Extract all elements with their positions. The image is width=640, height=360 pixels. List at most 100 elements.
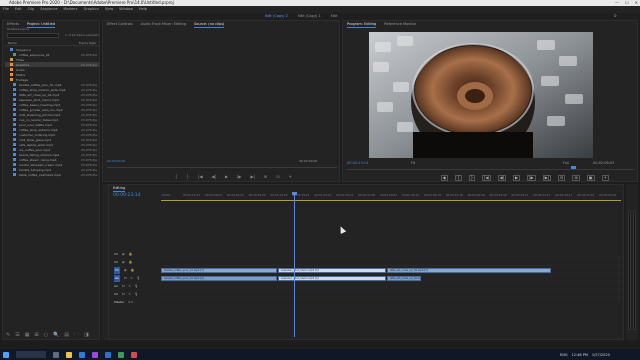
overwrite-button[interactable]: ⊟ [276,174,279,179]
timeline-timecode[interactable]: 00:00:23:14 [113,193,140,198]
workspace-tab[interactable]: Edit (Copy) 1 [298,14,321,19]
project-item-row[interactable]: cold_brew_glass.mp4 23.976 fps [5,137,99,142]
mic-icon[interactable]: 🎙 [134,291,138,298]
file-explorer-icon[interactable] [66,351,72,358]
step-forward-button[interactable]: |▶ [237,174,241,179]
lane-v1[interactable]: barista_coffee_pour_01.mp4 [V] espresso_… [161,267,621,274]
tab-program[interactable]: Program: Editing [347,21,377,28]
chrome-icon[interactable] [131,351,137,358]
program-scrubber[interactable] [347,169,635,170]
timeline-clip[interactable]: latte_art_close_up_02.mp4 [V] [387,268,551,273]
lift-button[interactable]: ⊟ [558,175,566,181]
tab-audio-mixer[interactable]: Audio Track Mixer: Editing [141,21,186,28]
step-forward-button[interactable]: |▶ [527,175,536,181]
solo-button[interactable]: S [131,275,133,282]
add-button[interactable]: + [289,174,292,179]
track-label[interactable]: A3 [114,291,118,298]
project-search-input[interactable] [7,33,59,38]
lane-a1[interactable]: barista_coffee_pour_01.mp4 [A] espresso_… [161,275,621,282]
lane-a3[interactable] [161,291,621,298]
project-item-row[interactable]: mocha_whipped_cream.mp4 23.976 fps [5,162,99,167]
program-playhead[interactable] [571,166,576,169]
add-marker-button[interactable]: ◆ [441,175,449,181]
resolution-select[interactable]: Full [563,161,569,165]
timeline-clip[interactable]: latte_art_close_up_02.mp4 [A] [387,276,421,281]
track-label[interactable]: A1 [114,275,120,282]
tab-project[interactable]: Project: Untitled [26,21,56,28]
project-item-row[interactable]: table_coffee_overhead.mp4 23.976 fps [5,172,99,177]
new-bin-icon[interactable]: 🗀 [74,331,79,339]
app-icon[interactable] [118,351,124,358]
timeline-clip[interactable]: barista_coffee_pour_01.mp4 [V] [161,268,277,273]
mic-icon[interactable]: 🎙 [136,275,140,282]
workspace-tab[interactable]: Edit [331,14,338,19]
export-frame-button[interactable]: ▣ [586,175,595,181]
edge-icon[interactable] [79,351,85,358]
track-label[interactable]: V2 [114,259,118,266]
language-indicator[interactable]: ENG [560,353,568,357]
clock-date[interactable]: 1/27/2020 [592,353,610,357]
add-button[interactable]: + [601,175,609,181]
project-item-row[interactable]: milk_steaming_pitcher.mp4 23.976 fps [5,112,99,117]
mic-icon[interactable]: 🎙 [134,283,138,290]
search-icon[interactable]: ⌕ [614,14,622,19]
lane-a2[interactable] [161,283,621,290]
mark-out-button[interactable]: } [468,175,476,181]
workspace-tab[interactable]: Edit (Copy) 2 [265,14,288,19]
project-item-row[interactable]: coffee_grinder_slow_mo.mp4 23.976 fps [5,107,99,112]
project-item-row[interactable]: barista_coffee_pour_01.mp4 23.976 fps [5,82,99,87]
clear-icon[interactable]: ◨ [84,331,89,339]
timeline-clip[interactable]: barista_coffee_pour_01.mp4 [A] [161,276,277,281]
project-item-row[interactable]: ice_coffee_pour.mp4 23.976 fps [5,147,99,152]
zoom-level-select[interactable]: Fit [411,161,415,165]
track-label[interactable]: V3 [114,251,118,258]
project-item-row[interactable]: coffee_sequence_01 23.976 fps [5,52,99,57]
work-area-bar[interactable] [161,200,621,201]
project-item-row[interactable]: coffee_shop_exterior.mp4 23.976 fps [5,127,99,132]
insert-button[interactable]: ⊞ [264,174,267,179]
zoom-slider-icon[interactable]: ○ [44,331,48,339]
find-icon[interactable]: 🔍 [53,331,59,339]
solo-button[interactable]: S [129,291,131,298]
photoshop-icon[interactable] [105,351,111,358]
project-item-row[interactable]: cafe_laptop_work.mp4 23.976 fps [5,142,99,147]
project-item-row[interactable]: pour_over_kettle.mp4 23.976 fps [5,122,99,127]
taskbar-search[interactable] [16,351,46,358]
mark-in-button[interactable]: { [455,175,462,181]
track-label[interactable]: A2 [114,283,118,290]
menu-clip[interactable]: Clip [28,6,35,13]
toggle-output-icon[interactable]: ◉ [122,259,125,266]
icon-view-icon[interactable]: ▦ [25,331,30,339]
tab-source[interactable]: Source: (no clips) [193,21,225,28]
mark-in-button[interactable]: { [175,174,178,179]
master-volume[interactable]: 0.0 [128,299,133,306]
play-button[interactable]: ▶ [513,175,521,181]
project-item-row[interactable]: coffee_steam_rising.mp4 23.976 fps [5,157,99,162]
project-item-row[interactable]: beans_falling_slowmo.mp4 23.976 fps [5,152,99,157]
writable-icon[interactable]: ✎ [6,331,10,339]
lock-icon[interactable]: 🔒 [129,259,133,266]
task-view-icon[interactable] [53,351,59,358]
extract-button[interactable]: ⊞ [572,175,580,181]
track-label[interactable]: V1 [114,267,120,274]
list-view-icon[interactable]: ☰ [15,331,19,339]
project-item-row[interactable]: espresso_shot_macro.mp4 23.976 fps [5,97,99,102]
menu-help[interactable]: Help [139,6,147,13]
clock-time[interactable]: 12:48 PM [572,353,588,357]
program-timecode[interactable]: 00:00:23:14 [347,161,368,165]
toggle-output-icon[interactable]: ◉ [124,267,127,274]
freeform-view-icon[interactable]: ⊞ [34,331,38,339]
step-back-button[interactable]: ◀| [212,174,216,179]
project-item-row[interactable]: coffee_shop_interior_wide.mp4 23.976 fps [5,87,99,92]
menu-edit[interactable]: Edit [15,6,22,13]
lock-icon[interactable]: 🔒 [131,267,135,274]
mute-button[interactable]: M [122,291,125,298]
lock-icon[interactable]: 🔒 [129,251,133,258]
menu-file[interactable]: File [3,6,9,13]
mute-button[interactable]: M [122,283,125,290]
go-to-in-button[interactable]: |◀ [198,174,202,179]
source-timecode-in[interactable]: 00:00:00:00 [107,159,125,163]
tab-effect-controls[interactable]: Effect Controls [107,21,133,28]
project-item-row[interactable]: coffee_beans_roasting.mp4 23.976 fps [5,102,99,107]
mute-button[interactable]: M [124,275,127,282]
